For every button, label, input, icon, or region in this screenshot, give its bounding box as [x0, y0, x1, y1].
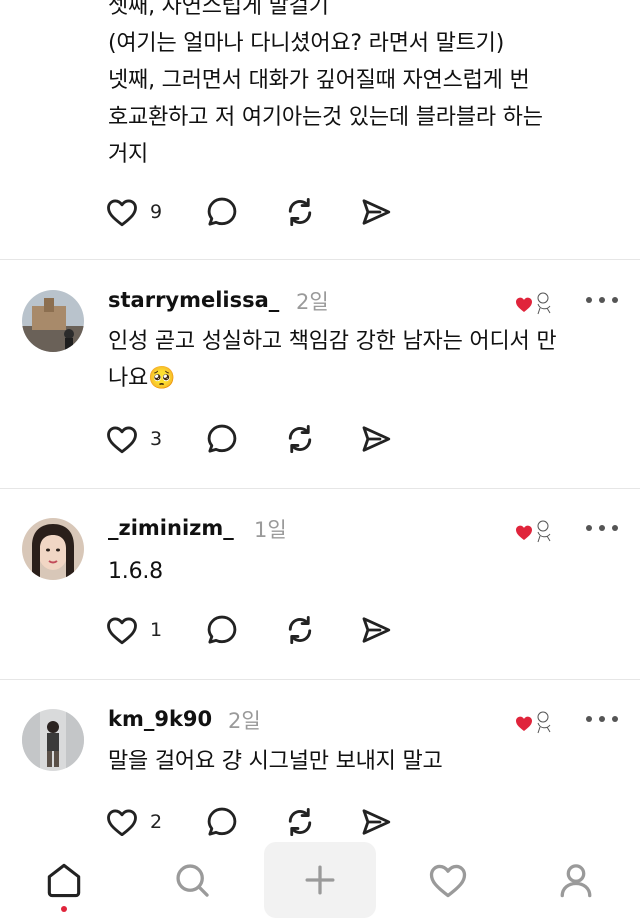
reply-button[interactable] [204, 421, 244, 461]
avatar-photo [22, 290, 84, 352]
post-time: 1일 [254, 518, 287, 542]
send-icon [362, 809, 391, 835]
comment-icon [207, 197, 237, 226]
share-button[interactable] [358, 612, 398, 652]
repost-button[interactable] [282, 421, 322, 461]
nav-create[interactable] [264, 842, 376, 918]
more-options-button[interactable] [584, 290, 620, 310]
post-time: 2일 [296, 290, 329, 314]
send-icon [362, 426, 391, 452]
heart-icon [107, 199, 137, 227]
heart-icon [429, 864, 467, 898]
send-icon [362, 199, 391, 225]
post-actions: 9 [104, 194, 404, 234]
heart-sticker-icon [516, 711, 551, 734]
like-button[interactable] [104, 421, 144, 461]
post-body: 말을 걸어요 걍 시그널만 보내지 말고 [108, 749, 443, 774]
avatar[interactable] [22, 518, 84, 580]
reactions[interactable] [514, 516, 556, 546]
nav-search[interactable] [136, 842, 248, 918]
home-icon [47, 863, 81, 898]
like-button[interactable] [104, 612, 144, 652]
repost-button[interactable] [282, 612, 322, 652]
like-count: 9 [150, 201, 163, 223]
reactions[interactable] [514, 707, 556, 737]
reactions[interactable] [514, 288, 556, 318]
post-actions: 1 [104, 612, 404, 652]
repost-icon [288, 807, 312, 837]
nav-profile[interactable] [520, 842, 632, 918]
heart-sticker-icon [516, 292, 551, 315]
profile-icon [560, 864, 592, 898]
like-count: 2 [150, 811, 163, 833]
comment-icon [207, 424, 237, 453]
bottom-nav [0, 836, 640, 924]
post-body: 인성 곧고 성실하고 책임감 강한 남자는 어디서 만 나요🥺 [108, 329, 557, 391]
heart-icon [107, 617, 137, 645]
active-indicator [61, 906, 67, 912]
username[interactable]: starrymelissa_ [108, 288, 279, 312]
post-body: 1.6.8 [108, 559, 163, 584]
comment-icon [207, 615, 237, 644]
nav-activity[interactable] [392, 842, 504, 918]
search-icon [176, 864, 209, 897]
like-count: 1 [150, 619, 163, 641]
reply-button[interactable] [204, 194, 244, 234]
avatar-photo [22, 709, 84, 771]
more-options-button[interactable] [584, 518, 620, 538]
more-options-button[interactable] [584, 709, 620, 729]
repost-button[interactable] [282, 194, 322, 234]
heart-icon [107, 809, 137, 837]
reply-button[interactable] [204, 612, 244, 652]
username[interactable]: _ziminizm_ [108, 516, 234, 540]
share-button[interactable] [358, 421, 398, 461]
divider [0, 488, 640, 489]
avatar-photo [22, 518, 84, 580]
like-button[interactable] [104, 194, 144, 234]
post-time: 2일 [228, 709, 261, 733]
avatar[interactable] [22, 290, 84, 352]
post-body: 셋째, 자연스럽게 말걸기 (여기는 얼마나 다니셨어요? 라면서 말트기) 넷… [108, 0, 543, 167]
divider [0, 679, 640, 680]
heart-icon [107, 426, 137, 454]
plus-icon [305, 865, 335, 895]
avatar[interactable] [22, 709, 84, 771]
send-icon [362, 617, 391, 643]
repost-icon [288, 197, 312, 227]
repost-icon [288, 424, 312, 454]
comment-icon [207, 807, 237, 836]
post-actions: 3 [104, 421, 404, 461]
heart-sticker-icon [516, 520, 551, 543]
share-button[interactable] [358, 194, 398, 234]
divider [0, 259, 640, 260]
repost-icon [288, 615, 312, 645]
username[interactable]: km_9k90 [108, 707, 212, 731]
like-count: 3 [150, 428, 163, 450]
